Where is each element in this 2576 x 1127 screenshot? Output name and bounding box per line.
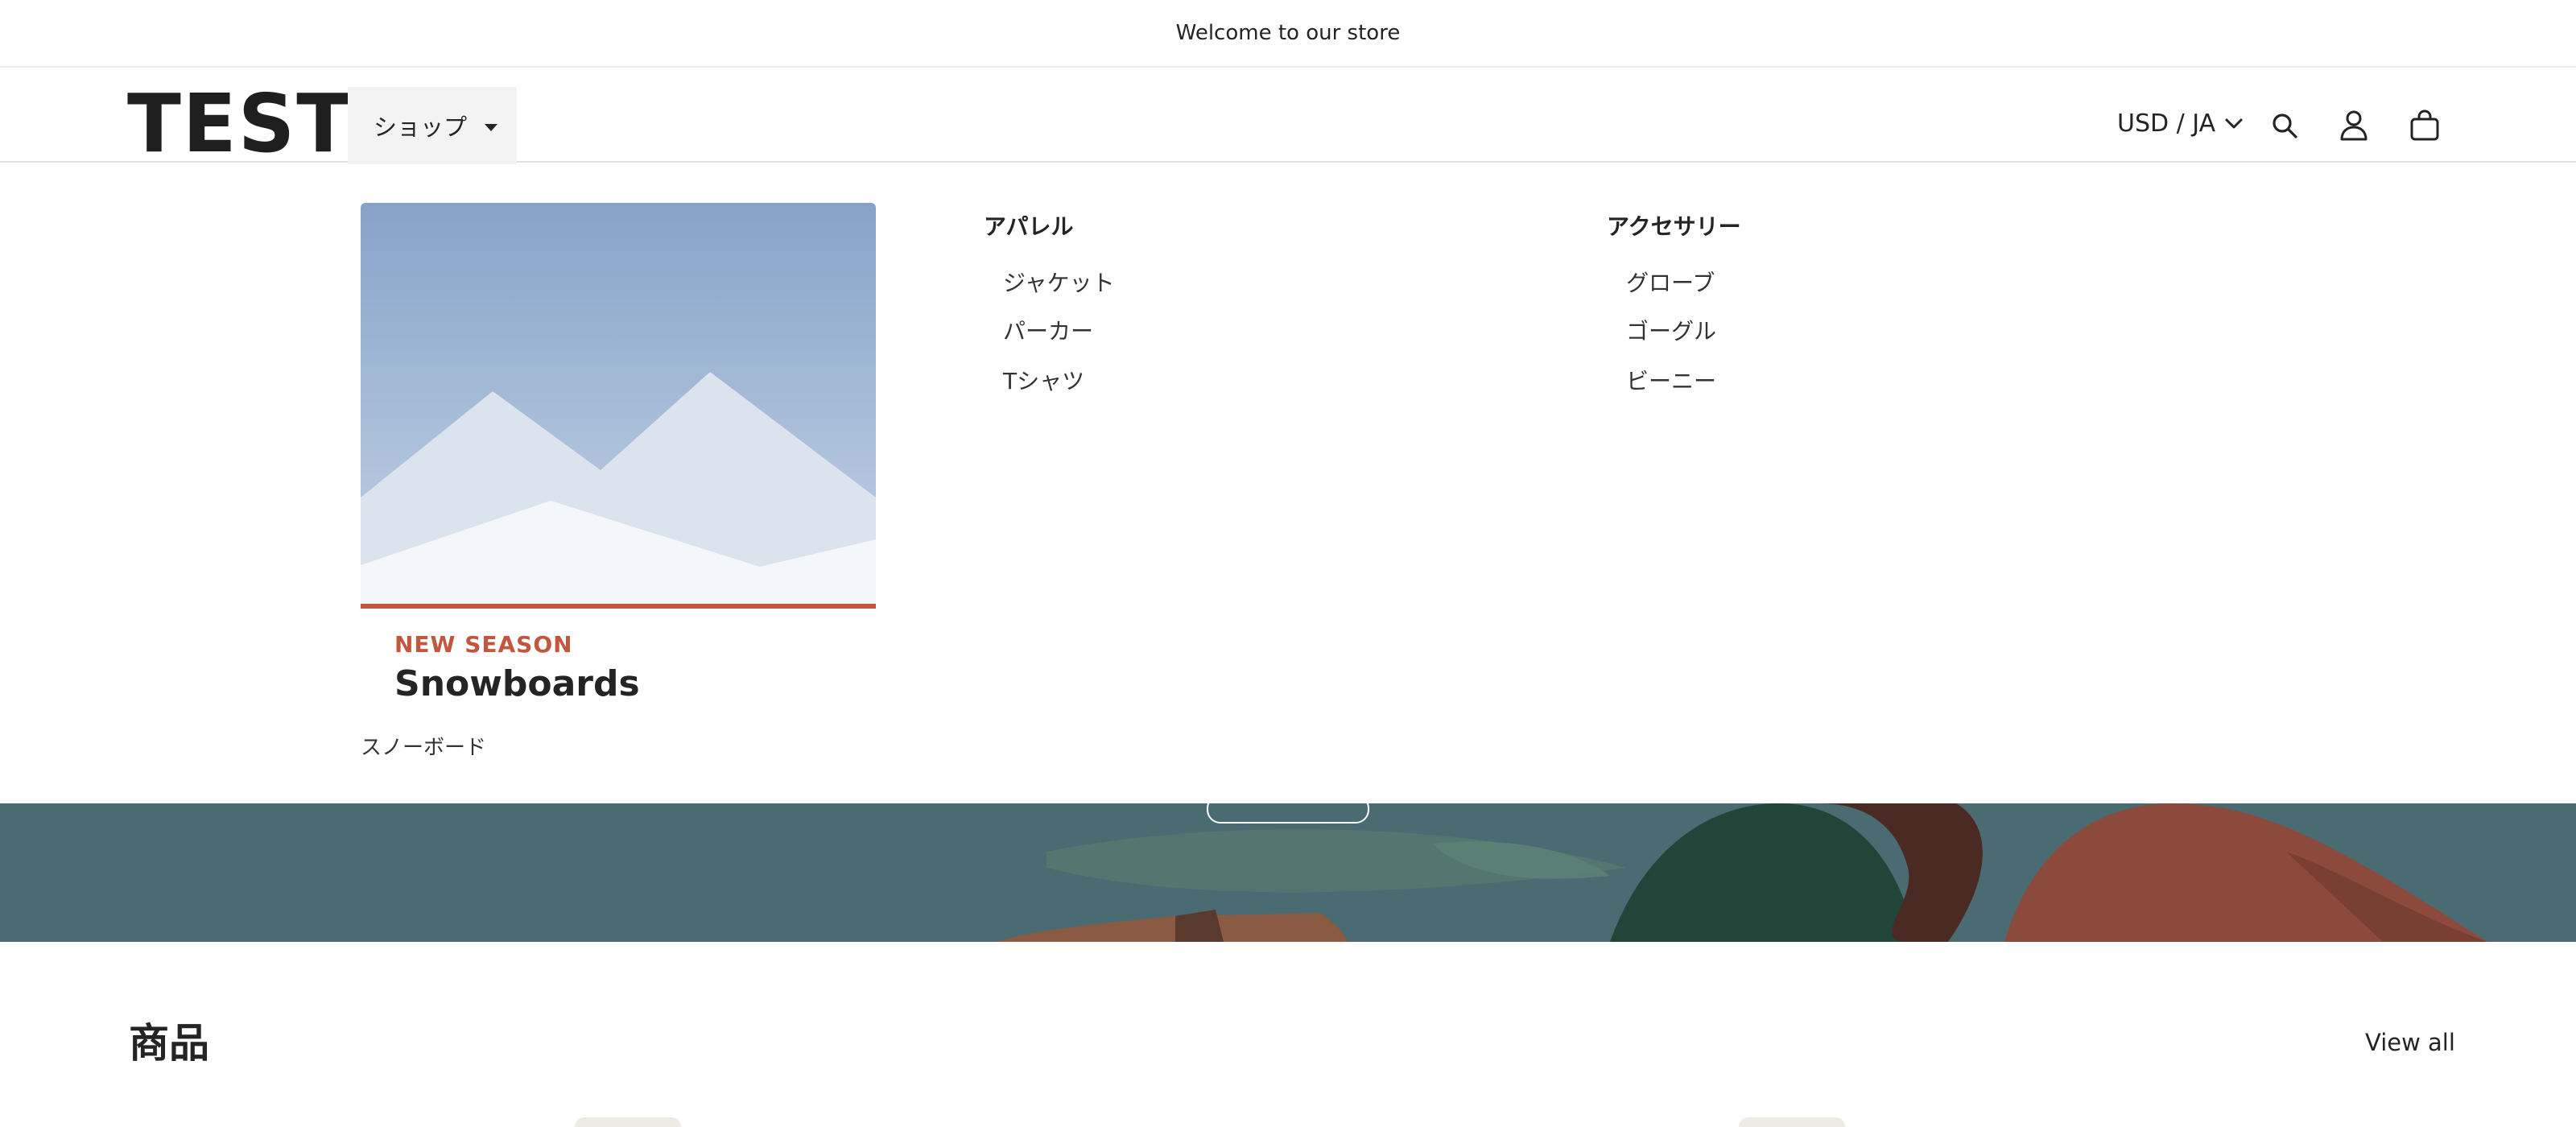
product-card-top bbox=[575, 1117, 681, 1127]
feature-card-image[interactable] bbox=[361, 203, 876, 605]
currency-label: USD / JA bbox=[2117, 109, 2216, 138]
menu-item-hoodies[interactable]: パーカー bbox=[1003, 314, 1093, 346]
site-header: TEST ショップ USD / JA bbox=[0, 68, 2576, 164]
menu-item-tshirts[interactable]: Tシャツ bbox=[1003, 364, 1084, 396]
feature-card-eyebrow: NEW SEASON bbox=[394, 631, 573, 658]
search-button[interactable] bbox=[2267, 108, 2302, 143]
cart-button[interactable] bbox=[2407, 108, 2442, 143]
feature-card-title[interactable]: Snowboards bbox=[394, 663, 640, 704]
menu-item-jackets[interactable]: ジャケット bbox=[1003, 266, 1115, 298]
menu-column-heading-accessories[interactable]: アクセサリー bbox=[1607, 209, 1741, 242]
cart-icon bbox=[2410, 109, 2439, 141]
account-icon bbox=[2340, 110, 2368, 141]
caret-down-icon bbox=[485, 123, 498, 131]
chevron-down-icon bbox=[2225, 118, 2243, 128]
menu-item-gloves[interactable]: グローブ bbox=[1626, 266, 1715, 298]
shop-menu-label: ショップ bbox=[374, 114, 468, 141]
account-button[interactable] bbox=[2336, 108, 2372, 143]
feature-card-link[interactable]: スノーボード bbox=[361, 731, 486, 761]
shop-menu-button[interactable]: ショップ bbox=[348, 87, 517, 164]
menu-column-heading-apparel[interactable]: アパレル bbox=[984, 209, 1073, 242]
feature-card-accent-line bbox=[361, 604, 876, 609]
product-card-top bbox=[1739, 1117, 1845, 1127]
announcement-text: Welcome to our store bbox=[1175, 21, 1401, 45]
search-icon bbox=[2273, 114, 2297, 138]
hero-banner-image bbox=[0, 803, 2576, 942]
mega-menu: NEW SEASON Snowboards スノーボード アパレル ジャケット … bbox=[0, 164, 2576, 803]
menu-item-goggles[interactable]: ゴーグル bbox=[1626, 314, 1716, 346]
view-all-link[interactable]: View all bbox=[2365, 1029, 2455, 1056]
announcement-bar: Welcome to our store bbox=[0, 0, 2576, 68]
menu-item-beanies[interactable]: ビーニー bbox=[1626, 364, 1716, 396]
currency-selector[interactable]: USD / JA bbox=[2117, 109, 2243, 138]
store-logo[interactable]: TEST bbox=[127, 84, 352, 164]
products-section-title: 商品 bbox=[129, 1020, 209, 1067]
